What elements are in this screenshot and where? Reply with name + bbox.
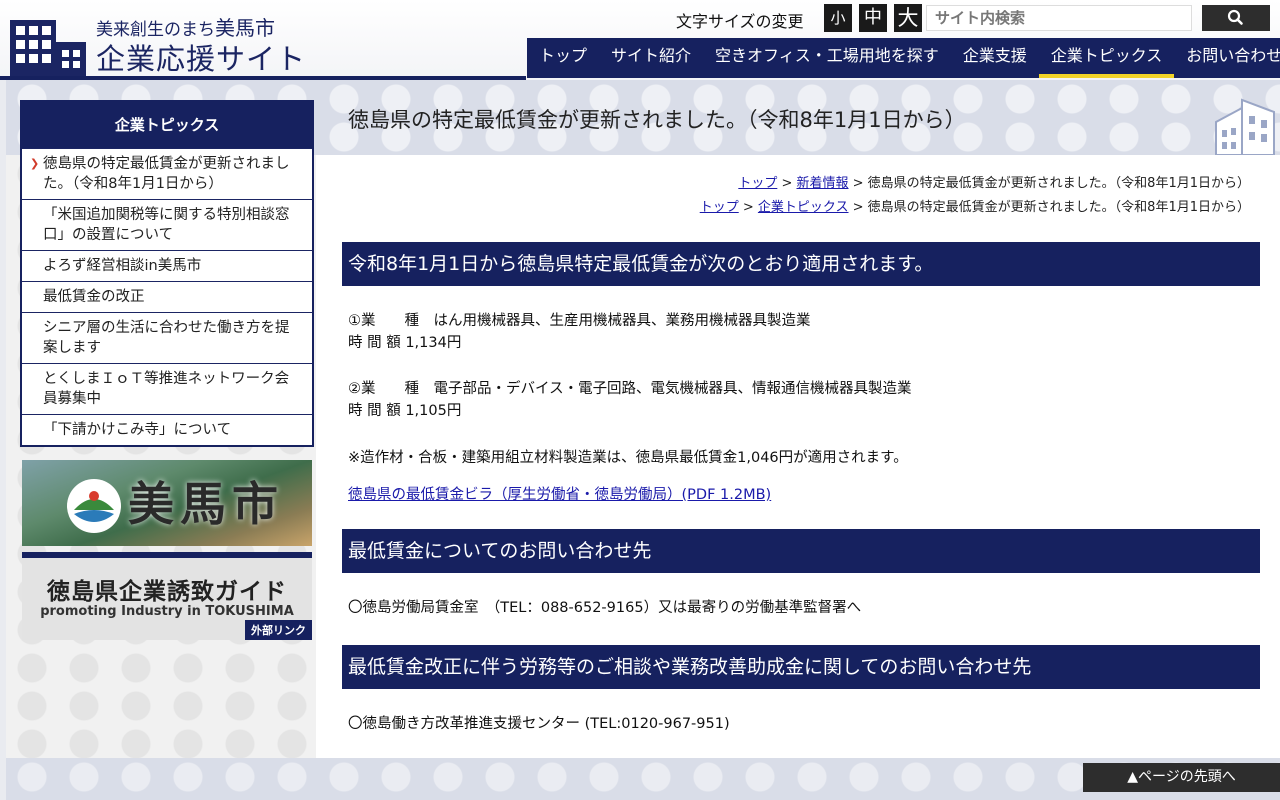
external-link-badge: 外部リンク — [245, 620, 312, 640]
page-title: 徳島県の特定最低賃金が更新されました。（令和8年1月1日から） — [348, 108, 966, 132]
building-logo-icon — [10, 20, 86, 76]
sidebar-topics: 企業トピックス ❯ 徳島県の特定最低賃金が更新されました。（令和8年1月1日から… — [20, 100, 314, 447]
breadcrumb: トップ > 企業トピックス > 徳島県の特定最低賃金が更新されました。（令和8年… — [700, 196, 1250, 215]
global-nav: トップ サイト紹介 空きオフィス・工場用地を探す 企業支援 企業トピックス お問… — [527, 38, 1280, 78]
header-rule — [0, 76, 526, 80]
sidebar-item-tariff-consultation[interactable]: 「米国追加関税等に関する特別相談窓口」の設置について — [22, 199, 312, 250]
nav-site-intro[interactable]: サイト紹介 — [599, 38, 703, 78]
wage-item-2-amount: 時 間 額 1,105円 — [348, 403, 462, 419]
breadcrumb-separator: > — [738, 200, 758, 215]
breadcrumb-separator: > — [777, 176, 797, 191]
section-heading-wage: 令和8年1月1日から徳島県特定最低賃金が次のとおり適用されます。 — [342, 242, 1260, 286]
minimum-wage-pdf-link[interactable]: 徳島県の最低賃金ビラ（厚生労働省・徳島労働局）(PDF 1.2MB) — [348, 483, 771, 504]
contact-labor-bureau: 〇徳島労働局賃金室 （TEL：088-652-9165）又は最寄りの労働基準監督… — [348, 600, 862, 616]
tokushima-guide-banner[interactable]: 徳島県企業誘致ガイド promoting Industry in TOKUSHI… — [22, 552, 312, 640]
sidebar-item-label: 徳島県の特定最低賃金が更新されました。（令和8年1月1日から） — [43, 156, 290, 192]
mima-city-banner[interactable]: 美馬市 — [22, 460, 312, 546]
nav-find-office[interactable]: 空きオフィス・工場用地を探す — [703, 38, 951, 78]
sidebar-item-minimum-wage-update[interactable]: ❯ 徳島県の特定最低賃金が更新されました。（令和8年1月1日から） — [22, 148, 312, 199]
sidebar-item-minimum-wage-revision[interactable]: 最低賃金の改正 — [22, 281, 312, 312]
nav-business-support[interactable]: 企業支援 — [951, 38, 1039, 78]
breadcrumb: トップ > 新着情報 > 徳島県の特定最低賃金が更新されました。（令和8年1月1… — [738, 172, 1250, 191]
city-emblem-icon — [67, 479, 121, 533]
breadcrumb-current: > 徳島県の特定最低賃金が更新されました。（令和8年1月1日から） — [848, 176, 1250, 191]
font-size-small-button[interactable]: 小 — [824, 4, 852, 32]
contact-workstyle-center: 〇徳島働き方改革推進支援センター (TEL:0120-967-951) — [348, 716, 730, 732]
search-icon — [1227, 9, 1243, 25]
sidebar-item-label: 最低賃金の改正 — [43, 289, 145, 305]
section-heading-contact: 最低賃金についてのお問い合わせ先 — [342, 529, 1260, 573]
nav-contact[interactable]: お問い合わせ — [1174, 38, 1280, 78]
font-size-medium-button[interactable]: 中 — [859, 4, 887, 32]
guide-title: 徳島県企業誘致ガイド — [47, 579, 287, 605]
sidebar-item-label: とくしまＩｏＴ等推進ネットワーク会員募集中 — [43, 371, 290, 407]
breadcrumb-current: > 徳島県の特定最低賃金が更新されました。（令和8年1月1日から） — [848, 200, 1250, 215]
sidebar-item-label: よろず経営相談in美馬市 — [43, 258, 202, 274]
city-name-text: 美馬市 — [128, 477, 284, 531]
wage-item-2-type: ②業 種 電子部品・デバイス・電子回路、電気機械器具、情報通信機械器具製造業 — [348, 381, 912, 397]
wage-item-1-type: ①業 種 はん用機械器具、生産用機械器具、業務用機械器具製造業 — [348, 313, 811, 329]
sidebar-item-label: シニア層の生活に合わせた働き方を提案します — [43, 320, 290, 356]
section-heading-subsidy-contact: 最低賃金改正に伴う労務等のご相談や業務改善助成金に関してのお問い合わせ先 — [342, 645, 1260, 689]
site-header: 美来創生のまち美馬市 企業応援サイト 文字サイズの変更 小 中 大 トップ サイ… — [0, 0, 1280, 80]
wage-note: ※造作材・合板・建築用組立材料製造業は、徳島県最低賃金1,046円が適用されます… — [348, 450, 908, 466]
font-size-label: 文字サイズの変更 — [676, 12, 804, 31]
building-decoration-icon — [1215, 98, 1275, 155]
guide-subtitle: promoting Industry in TOKUSHIMA — [40, 604, 294, 619]
logo-site-name: 企業応援サイト — [96, 42, 307, 76]
breadcrumb-home-link[interactable]: トップ — [700, 200, 739, 215]
nav-business-topics[interactable]: 企業トピックス — [1038, 38, 1175, 78]
breadcrumb-news-link[interactable]: 新着情報 — [797, 176, 849, 191]
sidebar-title: 企業トピックス — [22, 102, 312, 148]
breadcrumb-home-link[interactable]: トップ — [738, 176, 777, 191]
nav-top[interactable]: トップ — [527, 38, 599, 78]
sidebar-item-yorozu[interactable]: よろず経営相談in美馬市 — [22, 250, 312, 281]
current-arrow-icon: ❯ — [30, 157, 40, 170]
sidebar-item-iot-network[interactable]: とくしまＩｏＴ等推進ネットワーク会員募集中 — [22, 363, 312, 414]
search-button[interactable] — [1202, 5, 1270, 31]
page-top-button[interactable]: ▲ページの先頭へ — [1083, 763, 1280, 792]
sidebar-item-senior-work[interactable]: シニア層の生活に合わせた働き方を提案します — [22, 312, 312, 363]
site-search-input[interactable] — [926, 5, 1192, 31]
breadcrumb-topics-link[interactable]: 企業トピックス — [758, 200, 849, 215]
wage-item-1-amount: 時 間 額 1,134円 — [348, 335, 462, 351]
site-logo[interactable]: 美来創生のまち美馬市 企業応援サイト — [10, 12, 305, 76]
sidebar-item-label: 「下請かけこみ寺」について — [43, 422, 232, 438]
sidebar-item-shitauke[interactable]: 「下請かけこみ寺」について — [22, 414, 312, 445]
font-size-large-button[interactable]: 大 — [894, 4, 922, 32]
sidebar-item-label: 「米国追加関税等に関する特別相談窓口」の設置について — [43, 207, 290, 243]
